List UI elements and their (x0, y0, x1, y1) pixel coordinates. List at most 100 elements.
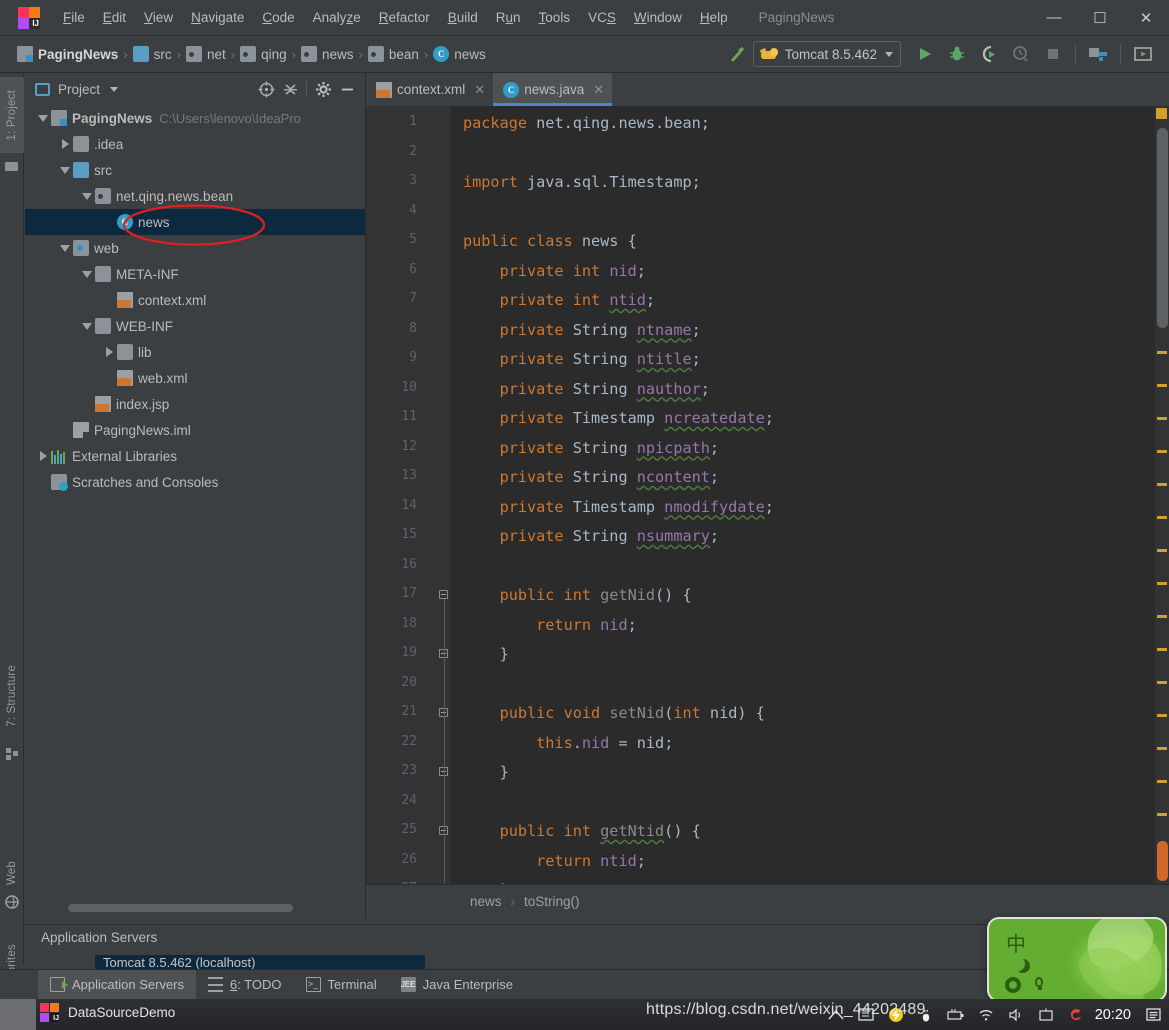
chevron-expanded-icon[interactable] (79, 313, 95, 339)
error-stripe[interactable] (1155, 106, 1169, 884)
breadcrumb-item-PagingNews[interactable]: PagingNews (14, 44, 121, 64)
tree-node-Scratches-and-Consoles[interactable]: Scratches and Consoles (25, 469, 365, 495)
breadcrumb-class[interactable]: news (466, 892, 506, 911)
sidebar-item-structure[interactable]: 7: Structure (0, 653, 24, 739)
breadcrumb-method[interactable]: toString() (520, 892, 584, 911)
tree-node-META-INF[interactable]: META-INF (25, 261, 365, 287)
run-icon[interactable] (910, 40, 940, 68)
gear-icon[interactable] (1005, 977, 1021, 993)
update-application-icon[interactable] (1128, 40, 1158, 68)
hide-panel-icon[interactable] (335, 77, 359, 101)
warning-stripe-marker[interactable] (1157, 582, 1167, 585)
maximize-button[interactable]: ☐ (1077, 0, 1123, 35)
volume-icon[interactable] (1001, 999, 1031, 1030)
taskbar-clock[interactable]: 20:20 (1095, 1007, 1131, 1023)
menu-item-refactor[interactable]: Refactor (370, 6, 439, 29)
menu-item-tools[interactable]: Tools (530, 6, 580, 29)
warning-stripe-marker[interactable] (1157, 351, 1167, 354)
project-horizontal-scrollbar[interactable] (68, 904, 293, 912)
menu-item-analyze[interactable]: Analyze (304, 6, 370, 29)
statusbar-item-terminal[interactable]: >_ Terminal (294, 970, 389, 1000)
breadcrumb-item-news[interactable]: news (298, 44, 357, 64)
code-text-column[interactable]: package net.qing.news.bean; import java.… (451, 106, 1169, 884)
tree-node-net.qing.news.bean[interactable]: net.qing.news.bean (25, 183, 365, 209)
warning-stripe-marker[interactable] (1157, 384, 1167, 387)
menu-item-help[interactable]: Help (691, 6, 737, 29)
ime-floating-widget[interactable]: 中 (987, 917, 1167, 1002)
breadcrumb-item-src[interactable]: src (130, 44, 175, 64)
tree-node-WEB-INF[interactable]: WEB-INF (25, 313, 365, 339)
statusbar-item-application-servers[interactable]: Application Servers (38, 969, 196, 1000)
menu-item-vcs[interactable]: VCS (579, 6, 625, 29)
warning-stripe-marker[interactable] (1157, 516, 1167, 519)
tree-node-.idea[interactable]: .idea (25, 131, 365, 157)
warning-stripe-marker[interactable] (1157, 450, 1167, 453)
moon-icon[interactable] (1011, 957, 1025, 971)
sidebar-item-project[interactable]: 1: Project (0, 77, 24, 153)
close-icon[interactable]: ✕ (474, 82, 485, 98)
warning-stripe-marker[interactable] (1157, 615, 1167, 618)
menu-item-view[interactable]: View (135, 6, 182, 29)
close-icon[interactable]: ✕ (593, 82, 604, 98)
tree-node-lib[interactable]: lib (25, 339, 365, 365)
warning-stripe-marker[interactable] (1157, 813, 1167, 816)
tree-node-External-Libraries[interactable]: External Libraries (25, 443, 365, 469)
collapse-all-icon[interactable] (278, 77, 302, 101)
chevron-collapsed-icon[interactable] (35, 443, 51, 469)
run-with-coverage-icon[interactable] (974, 40, 1004, 68)
minimize-button[interactable]: — (1031, 0, 1077, 35)
chevron-expanded-icon[interactable] (57, 235, 73, 261)
source-code[interactable]: package net.qing.news.bean; import java.… (451, 106, 1169, 884)
code-folding-bar[interactable] (439, 106, 451, 894)
editor-tab-news-java[interactable]: Cnews.java ✕ (493, 73, 613, 106)
scroll-from-source-icon[interactable] (254, 77, 278, 101)
chevron-expanded-icon[interactable] (35, 105, 51, 131)
taskbar-app-datasourcedemo[interactable]: IJ DataSourceDemo (40, 1003, 175, 1022)
breadcrumb-item-net[interactable]: net (183, 44, 229, 64)
sogou-icon[interactable] (1061, 999, 1091, 1030)
tree-node-PagingNews[interactable]: PagingNews C:\Users\lenovo\IdeaPro (25, 105, 365, 131)
wifi-icon[interactable] (971, 999, 1001, 1030)
breadcrumb-item-news[interactable]: Cnews (430, 44, 489, 64)
battery-icon[interactable] (941, 999, 971, 1030)
tree-node-src[interactable]: src (25, 157, 365, 183)
menu-item-file[interactable]: File (54, 6, 94, 29)
stop-icon[interactable] (1038, 40, 1068, 68)
warning-stripe-marker[interactable] (1157, 483, 1167, 486)
project-tree[interactable]: PagingNews C:\Users\lenovo\IdeaPro .idea sr… (25, 105, 365, 895)
project-structure-icon[interactable] (1083, 40, 1113, 68)
menu-item-build[interactable]: Build (439, 6, 487, 29)
breadcrumb-item-qing[interactable]: qing (237, 44, 290, 64)
menu-item-window[interactable]: Window (625, 6, 691, 29)
profile-icon[interactable] (1006, 40, 1036, 68)
menu-item-run[interactable]: Run (487, 6, 530, 29)
code-editor[interactable]: 1 2 3 4 5 6 7 8 9 10 11 12 13 14 15 16 17 18 19 20 21 22 23 24 2… (366, 106, 1169, 896)
tree-node-news[interactable]: Cnews (25, 209, 365, 235)
tree-node-web[interactable]: web (25, 235, 365, 261)
run-configuration-selector[interactable]: Tomcat 8.5.462 (752, 41, 901, 67)
window-icon[interactable] (1031, 999, 1061, 1030)
project-panel-title-group[interactable]: Project (35, 82, 119, 97)
warning-stripe-marker[interactable] (1157, 417, 1167, 420)
menu-item-navigate[interactable]: Navigate (182, 6, 253, 29)
editor-scrollbar-thumb[interactable] (1157, 128, 1168, 328)
menu-item-code[interactable]: Code (253, 6, 303, 29)
warning-stripe-marker[interactable] (1157, 681, 1167, 684)
warning-stripe-marker[interactable] (1157, 549, 1167, 552)
build-hammer-icon[interactable] (722, 40, 752, 68)
notifications-icon[interactable] (1139, 999, 1169, 1030)
menu-item-edit[interactable]: Edit (94, 6, 135, 29)
breadcrumb-item-bean[interactable]: bean (365, 44, 422, 64)
chevron-expanded-icon[interactable] (79, 261, 95, 287)
chevron-expanded-icon[interactable] (57, 157, 73, 183)
settings-gear-icon[interactable] (311, 77, 335, 101)
tree-node-PagingNews.iml[interactable]: PagingNews.iml (25, 417, 365, 443)
chevron-expanded-icon[interactable] (79, 183, 95, 209)
chevron-collapsed-icon[interactable] (101, 339, 117, 365)
editor-gutter[interactable]: 1 2 3 4 5 6 7 8 9 10 11 12 13 14 15 16 17 18 19 20 21 22 23 24 2… (366, 106, 451, 896)
editor-tab-context-xml[interactable]: <> context.xml ✕ (366, 73, 493, 106)
sidebar-item-web[interactable]: Web (0, 851, 24, 895)
tree-node-context.xml[interactable]: <> context.xml (25, 287, 365, 313)
statusbar-item-todo[interactable]: 6: TODO (196, 970, 294, 1000)
tree-node-web.xml[interactable]: <◉ web.xml (25, 365, 365, 391)
